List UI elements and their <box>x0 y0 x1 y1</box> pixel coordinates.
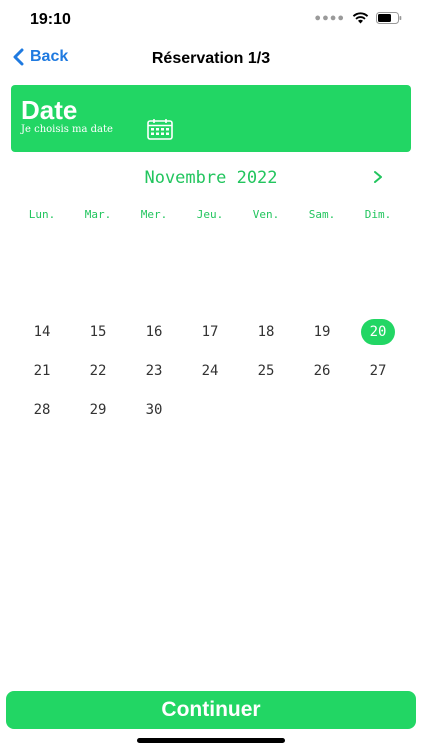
weekday-label: Mer. <box>140 208 168 221</box>
home-indicator <box>137 738 285 743</box>
wifi-icon <box>352 12 369 24</box>
banner-subtitle: Je choisis ma date <box>21 124 113 135</box>
day-26[interactable]: 26 <box>294 351 350 390</box>
day-number: 17 <box>201 323 219 340</box>
date-banner: Date Je choisis ma date <box>11 85 411 152</box>
day-19[interactable]: 19 <box>294 312 350 351</box>
day-number: 24 <box>201 362 219 379</box>
day-number: 27 <box>369 362 387 379</box>
day-number: 25 <box>257 362 275 379</box>
day-number: 20 <box>361 318 395 345</box>
day-21[interactable]: 21 <box>14 351 70 390</box>
chevron-right-icon <box>374 171 382 183</box>
day-24[interactable]: 24 <box>182 351 238 390</box>
battery-icon <box>376 12 402 24</box>
day-number: 26 <box>313 362 331 379</box>
day-number: 16 <box>145 323 163 340</box>
status-time: 19:10 <box>30 11 71 28</box>
day-number: 30 <box>145 401 163 418</box>
signal-icon: ●●●● <box>314 12 345 24</box>
day-number: 23 <box>145 362 163 379</box>
day-22[interactable]: 22 <box>70 351 126 390</box>
status-bar: 19:10 ●●●● <box>0 0 422 40</box>
page-title: Réservation 1/3 <box>151 50 271 67</box>
empty-day-cell <box>350 390 406 429</box>
banner-title: Date <box>21 95 78 125</box>
day-16[interactable]: 16 <box>126 312 182 351</box>
day-14[interactable]: 14 <box>14 312 70 351</box>
month-header: Novembre 2022 <box>0 166 422 194</box>
next-month-button[interactable] <box>372 168 384 191</box>
weekday-label: Ven. <box>252 208 280 221</box>
continue-button[interactable]: Continuer <box>6 691 416 729</box>
empty-day-cell <box>294 390 350 429</box>
day-number: 22 <box>89 362 107 379</box>
day-23[interactable]: 23 <box>126 351 182 390</box>
weekday-label: Lun. <box>28 208 56 221</box>
calendar-icon <box>147 119 173 140</box>
empty-day-cell <box>182 390 238 429</box>
weekday-header: Lun. Mar. Mer. Jeu. Ven. Sam. Dim. <box>14 208 406 221</box>
day-number: 28 <box>33 401 51 418</box>
day-number: 15 <box>89 323 107 340</box>
status-icons: ●●●● <box>314 12 402 24</box>
day-29[interactable]: 29 <box>70 390 126 429</box>
day-15[interactable]: 15 <box>70 312 126 351</box>
days-grid: 14 15 16 17 18 19 20 21 22 23 24 25 26 27 28 29 30 <box>14 312 406 429</box>
day-18[interactable]: 18 <box>238 312 294 351</box>
day-20[interactable]: 20 <box>350 312 406 351</box>
day-25[interactable]: 25 <box>238 351 294 390</box>
nav-bar: Back Réservation 1/3 <box>0 40 422 80</box>
day-number: 21 <box>33 362 51 379</box>
day-17[interactable]: 17 <box>182 312 238 351</box>
day-number: 19 <box>313 323 331 340</box>
day-number: 18 <box>257 323 275 340</box>
day-27[interactable]: 27 <box>350 351 406 390</box>
day-28[interactable]: 28 <box>14 390 70 429</box>
weekday-label: Jeu. <box>196 208 224 221</box>
day-number: 29 <box>89 401 107 418</box>
day-30[interactable]: 30 <box>126 390 182 429</box>
empty-day-cell <box>238 390 294 429</box>
weekday-label: Sam. <box>308 208 336 221</box>
month-label: Novembre 2022 <box>144 168 278 188</box>
day-number: 14 <box>33 323 51 340</box>
weekday-label: Mar. <box>84 208 112 221</box>
weekday-label: Dim. <box>364 208 392 221</box>
